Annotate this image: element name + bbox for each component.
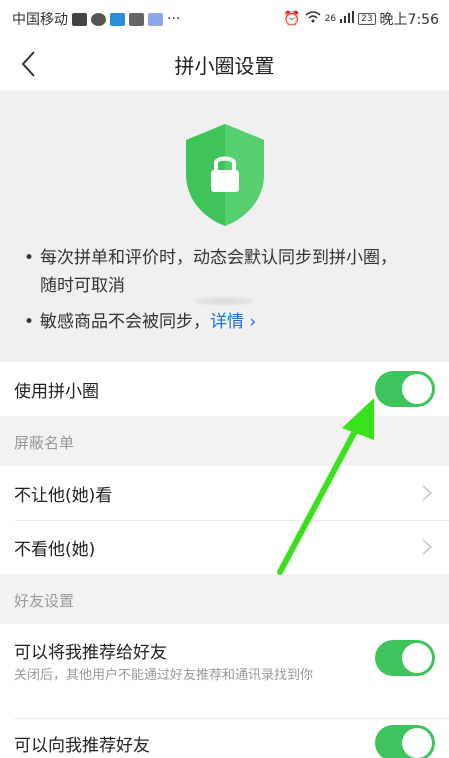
intro-bullet-1: • 每次拼单和评价时，动态会默认同步到拼小圈，随时可取消: [24, 244, 404, 300]
back-button[interactable]: [14, 50, 42, 78]
block-list-header-text: 屏蔽名单: [14, 434, 75, 452]
recommend-to-me-row: 可以向我推荐好友: [0, 719, 449, 758]
recommend-to-me-label: 可以向我推荐好友: [14, 736, 150, 756]
bullet-dot: •: [24, 312, 35, 332]
carrier-label: 中国移动: [12, 12, 68, 28]
block-list-header: 屏蔽名单: [0, 416, 449, 466]
friends-settings-header-text: 好友设置: [14, 592, 75, 610]
app-notification-icon: [110, 12, 125, 26]
nav-bar: 拼小圈设置: [0, 38, 449, 90]
recommend-me-description: 关闭后，其他用户不能通过好友推荐和通讯录找到你: [14, 668, 314, 683]
intro-panel: • 每次拼单和评价时，动态会默认同步到拼小圈，随时可取消 • 敏感商品不会被同步…: [0, 90, 449, 362]
block-list: 不让他(她)看 不看他(她): [0, 466, 449, 574]
battery-icon: 23: [358, 13, 376, 25]
intro-bullet-2: • 敏感商品不会被同步，详情 ›: [24, 308, 404, 336]
clock-label: 晚上7:56: [379, 12, 439, 28]
alarm-icon: ⏰: [283, 11, 301, 27]
intro-bullet-1-text: 每次拼单和评价时，动态会默认同步到拼小圈，随时可取消: [40, 248, 397, 296]
use-circle-toggle[interactable]: [375, 371, 435, 407]
intro-bullet-2-text: 敏感商品不会被同步，: [40, 312, 210, 332]
block-row-hide-from-label: 不让他(她)看: [14, 486, 113, 506]
app-notification-icon: [148, 12, 163, 26]
toggle-knob: [402, 643, 432, 673]
friends-settings-header: 好友设置: [0, 574, 449, 624]
use-circle-label: 使用拼小圈: [14, 382, 99, 402]
friends-settings-list: 可以将我推荐给好友 关闭后，其他用户不能通过好友推荐和通讯录找到你 可以向我推荐…: [0, 624, 449, 758]
toggle-knob: [402, 728, 432, 758]
recommend-me-toggle[interactable]: [375, 640, 435, 676]
block-row-hide-from[interactable]: 不让他(她)看: [0, 466, 449, 520]
details-link[interactable]: 详情 ›: [210, 312, 256, 332]
block-row-hide-theirs-label: 不看他(她): [14, 540, 96, 560]
chevron-right-icon: [422, 485, 433, 501]
status-right: ⏰ 26 23 晚上7:56: [283, 9, 439, 29]
app-notification-icon: [129, 12, 144, 26]
more-notifications-icon: ···: [167, 11, 181, 27]
wifi-icon: [305, 11, 321, 27]
chevron-right-icon: [422, 539, 433, 555]
toggle-knob: [402, 374, 432, 404]
recommend-me-row: 可以将我推荐给好友 关闭后，其他用户不能通过好友推荐和通讯录找到你: [0, 624, 449, 718]
block-row-hide-theirs[interactable]: 不看他(她): [0, 520, 449, 574]
use-circle-row: 使用拼小圈: [0, 362, 449, 416]
network-type-label: 26: [324, 14, 337, 24]
back-arrow-icon: [21, 51, 35, 77]
recommend-to-me-toggle[interactable]: [375, 725, 435, 758]
bullet-dot: •: [24, 248, 35, 268]
page-title: 拼小圈设置: [174, 53, 275, 78]
status-bar: 中国移动 ··· ⏰ 26 23 晚上7:56: [0, 0, 449, 38]
status-left: 中国移动 ···: [12, 9, 180, 29]
app-notification-icon: [91, 12, 106, 26]
recommend-me-label: 可以将我推荐给好友: [14, 643, 167, 663]
signal-icon: [340, 11, 355, 27]
app-notification-icon: [72, 12, 87, 26]
intro-bullet-2-wrap: 敏感商品不会被同步，详情 ›: [24, 308, 404, 336]
shield-lock-icon: [186, 124, 264, 226]
